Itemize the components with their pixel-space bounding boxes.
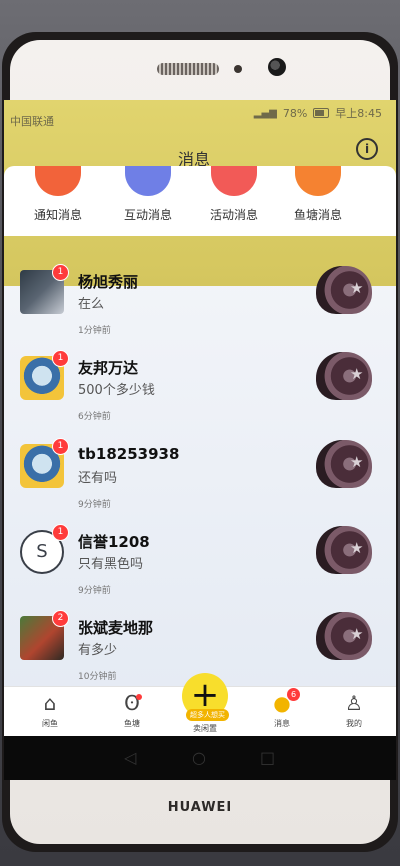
battery-percent: 78% <box>282 106 308 120</box>
sender-name: 杨旭秀丽 <box>78 273 139 291</box>
person-icon: ♙ <box>345 691 363 715</box>
star-icon: ★ <box>350 365 364 383</box>
recents-icon[interactable]: □ <box>260 748 275 767</box>
message-time: 9分钟前 <box>78 586 111 596</box>
carrier-name: 中国联通 <box>10 115 54 128</box>
conversation-row[interactable]: S 1 信誉1208 只有黑色吗 9分钟前 ★ <box>4 524 396 616</box>
sender-name: 友邦万达 <box>78 359 139 377</box>
item-thumbnail: ★ <box>316 352 372 400</box>
home-icon: ⌂ <box>43 691 57 715</box>
nav-home[interactable]: ⌂ 闲鱼 <box>20 692 80 729</box>
category-activities[interactable]: 活动消息 <box>194 166 274 223</box>
message-preview: 在么 <box>78 297 105 312</box>
unread-badge: 1 <box>52 524 69 541</box>
nav-label: 消息 <box>274 719 290 728</box>
front-camera-icon <box>268 58 286 76</box>
earpiece-speaker <box>157 63 219 75</box>
star-icon: ★ <box>350 279 364 297</box>
item-thumbnail: ★ <box>316 526 372 574</box>
message-time: 10分钟前 <box>78 672 117 682</box>
item-thumbnail: ★ <box>316 612 372 660</box>
phone-screen: 中国联通 ▂▄▆ 78% 早上8:45 消息 i 通知消息 互动消息 活动消息 … <box>4 100 396 736</box>
status-bar: 中国联通 ▂▄▆ 78% 早上8:45 <box>4 100 396 129</box>
notification-icon <box>35 166 81 196</box>
message-preview: 有多少 <box>78 643 118 658</box>
clock: 早上8:45 <box>335 107 382 120</box>
nav-messages[interactable]: ● 6 消息 <box>252 688 312 729</box>
message-preview: 还有吗 <box>78 471 118 486</box>
unread-badge: 2 <box>52 610 69 627</box>
status-indicators: ▂▄▆ 78% 早上8:45 <box>254 105 382 121</box>
nav-label: 闲鱼 <box>42 719 58 728</box>
bottom-navigation: ⌂ 闲鱼 ʘ 鱼塘 + 超多人想买 卖闲置 ● 6 消息 ♙ 我的 <box>4 673 396 736</box>
item-thumbnail: ★ <box>316 266 372 314</box>
nav-mine[interactable]: ♙ 我的 <box>324 692 384 729</box>
signal-icon: ▂▄▆ <box>253 107 277 119</box>
star-icon: ★ <box>350 625 364 643</box>
star-icon: ★ <box>350 453 364 471</box>
back-icon[interactable]: ◁ <box>124 748 136 767</box>
category-notifications[interactable]: 通知消息 <box>18 166 98 223</box>
star-icon: ★ <box>350 539 364 557</box>
category-fishpond[interactable]: 鱼塘消息 <box>278 166 358 223</box>
message-categories: 通知消息 互动消息 活动消息 鱼塘消息 <box>4 166 396 236</box>
unread-badge: 1 <box>52 350 69 367</box>
new-dot <box>136 694 142 700</box>
category-label: 通知消息 <box>33 208 82 222</box>
unread-badge: 1 <box>52 264 69 281</box>
publish-label: 卖闲置 <box>193 724 217 733</box>
messages-badge: 6 <box>287 688 300 701</box>
interaction-icon <box>125 166 171 196</box>
battery-icon <box>313 108 330 118</box>
unread-badge: 1 <box>52 438 69 455</box>
device-brand: HUAWEI <box>167 800 233 815</box>
nav-fishpond[interactable]: ʘ 鱼塘 <box>102 692 162 729</box>
message-preview: 500个多少钱 <box>78 383 155 398</box>
chat-bubble-icon: ● <box>273 691 291 715</box>
sender-name: 信誉1208 <box>78 533 150 551</box>
category-interactions[interactable]: 互动消息 <box>108 166 188 223</box>
category-label: 活动消息 <box>209 208 258 222</box>
info-icon[interactable]: i <box>356 138 378 160</box>
fishpond-icon <box>295 166 341 196</box>
message-preview: 只有黑色吗 <box>78 557 144 572</box>
system-navigation-bar: ◁ ○ □ <box>4 736 396 780</box>
category-label: 互动消息 <box>123 208 172 222</box>
nav-label: 我的 <box>346 719 362 728</box>
conversation-row[interactable]: 1 tb18253938 还有吗 9分钟前 ★ <box>4 438 396 530</box>
proximity-sensor <box>234 65 242 73</box>
fishpond-icon: ʘ <box>124 691 140 715</box>
conversation-row[interactable]: 1 友邦万达 500个多少钱 6分钟前 ★ <box>4 350 396 442</box>
publish-tag: 超多人想买 <box>186 709 229 721</box>
home-circle-icon[interactable]: ○ <box>192 748 206 767</box>
activity-icon <box>211 166 257 196</box>
message-time: 1分钟前 <box>78 326 111 336</box>
sender-name: 张斌麦地那 <box>78 619 154 637</box>
nav-label: 鱼塘 <box>124 719 140 728</box>
category-label: 鱼塘消息 <box>293 208 342 222</box>
conversation-row[interactable]: 1 杨旭秀丽 在么 1分钟前 ★ <box>4 264 396 356</box>
item-thumbnail: ★ <box>316 440 372 488</box>
sender-name: tb18253938 <box>78 445 180 463</box>
message-time: 9分钟前 <box>78 500 111 510</box>
message-time: 6分钟前 <box>78 412 111 422</box>
